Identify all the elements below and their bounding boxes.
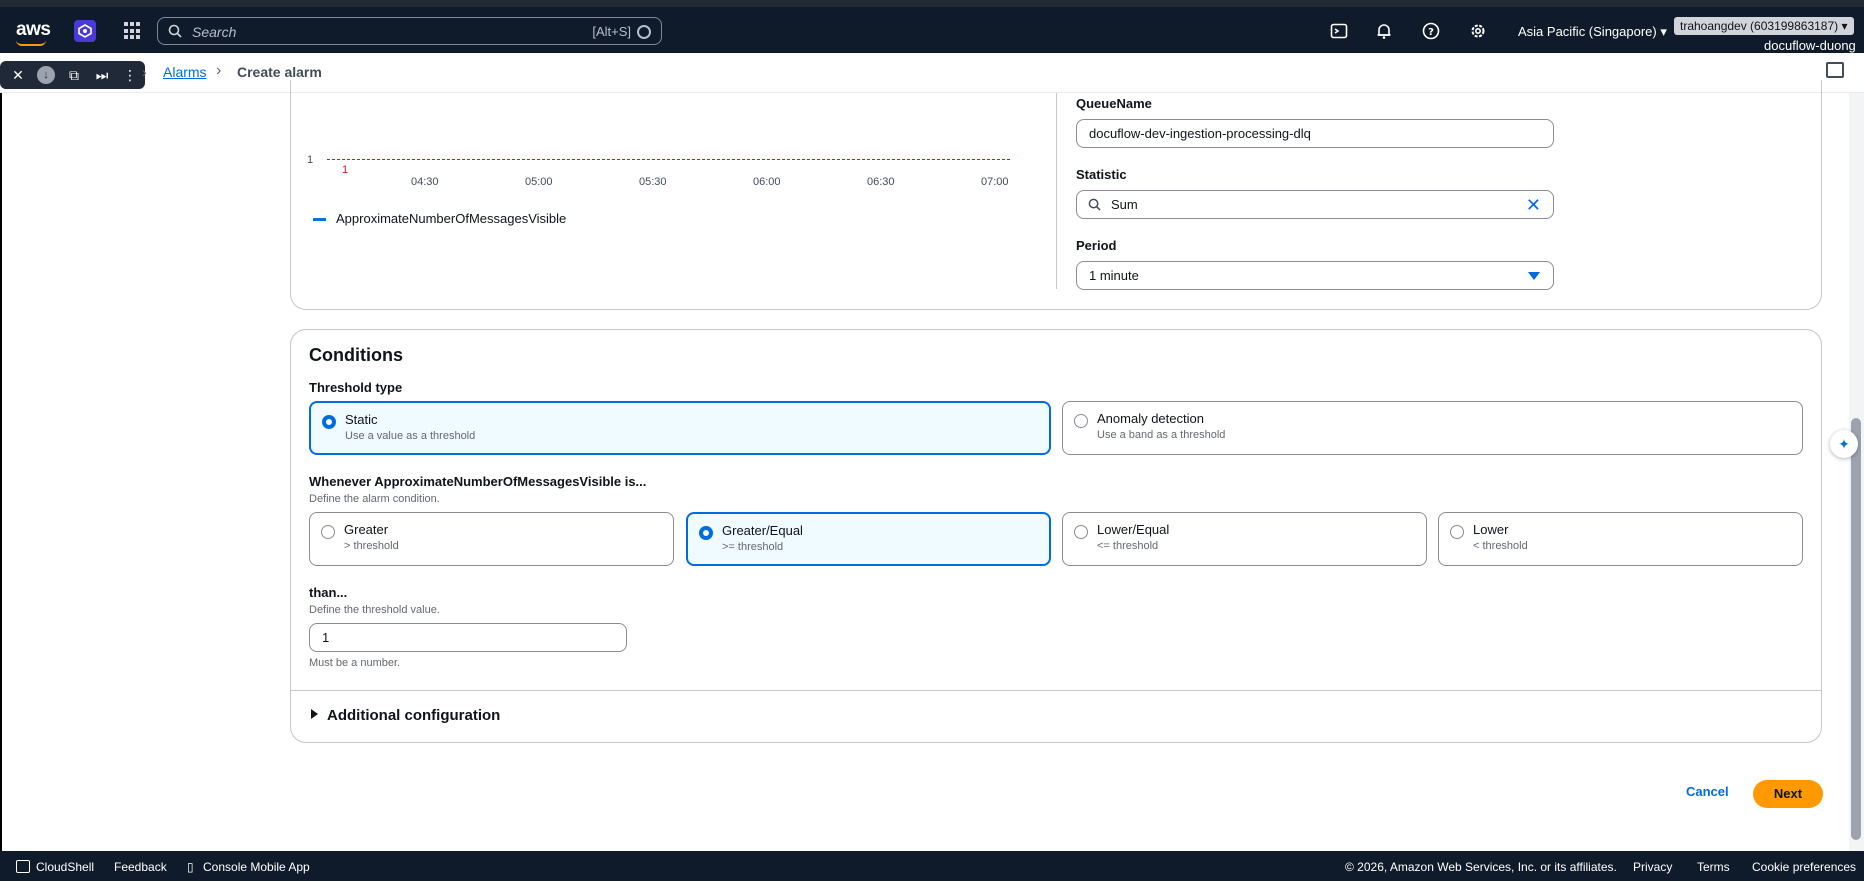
threshold-value-input[interactable]: 1	[309, 623, 627, 652]
footer-terms[interactable]: Terms	[1697, 860, 1730, 874]
operator-lower-equal[interactable]: Lower/Equal <= threshold	[1062, 512, 1427, 566]
floating-toolbar: ✕ ↓ ⧉ ⏭ ⋮	[0, 61, 145, 89]
footer-cookie-preferences[interactable]: Cookie preferences	[1752, 860, 1856, 874]
legend-series-name: ApproximateNumberOfMessagesVisible	[336, 211, 567, 226]
next-button[interactable]: Next	[1753, 780, 1823, 808]
conditions-title: Conditions	[309, 345, 403, 365]
footer-copyright: © 2026, Amazon Web Services, Inc. or its…	[1345, 860, 1617, 874]
divider	[291, 690, 1821, 691]
chart-y-tick: 1	[307, 154, 314, 166]
footer-cloudshell[interactable]: CloudShell	[36, 860, 94, 874]
mobile-icon: ▯	[187, 860, 194, 874]
breadcrumb-alarms-link[interactable]: Alarms	[163, 64, 207, 80]
threshold-type-label: Threshold type	[309, 380, 403, 395]
scrollbar-thumb[interactable]	[1851, 418, 1861, 840]
threshold-data-label: 1	[342, 164, 349, 176]
help-icon[interactable]: ?	[1422, 22, 1440, 40]
radio-unselected[interactable]	[1450, 525, 1464, 539]
option-description: < threshold	[1473, 540, 1528, 552]
threshold-type-anomaly[interactable]: Anomaly detection Use a band as a thresh…	[1062, 401, 1803, 455]
chart-x-tick: 05:30	[639, 176, 667, 188]
footer-mobile-app[interactable]: Console Mobile App	[203, 860, 310, 874]
services-menu-icon[interactable]	[124, 22, 142, 40]
operator-lower[interactable]: Lower < threshold	[1438, 512, 1803, 566]
download-icon[interactable]: ↓	[37, 66, 55, 84]
search-input[interactable]: Search [Alt+S]	[157, 17, 662, 45]
threshold-line	[327, 159, 1010, 160]
option-title: Static	[345, 412, 378, 427]
statistic-field[interactable]: Sum ✕	[1076, 190, 1554, 219]
cloudshell-icon[interactable]	[1330, 22, 1348, 40]
region-selector[interactable]: Asia Pacific (Singapore) ▾	[1518, 24, 1667, 40]
whenever-label: Whenever ApproximateNumberOfMessagesVisi…	[309, 474, 647, 489]
notifications-bell-icon[interactable]	[1375, 22, 1393, 40]
cancel-button[interactable]: Cancel	[1686, 784, 1729, 799]
top-navigation: aws Search [Alt+S] ? Asia Pacific (Singa…	[0, 0, 1864, 53]
legend-swatch	[313, 218, 326, 221]
settings-gear-icon[interactable]	[1469, 22, 1487, 40]
search-shortcut: [Alt+S]	[592, 24, 631, 39]
search-icon	[1088, 198, 1101, 211]
cloudshell-icon	[16, 860, 30, 873]
picture-in-picture-icon[interactable]: ⧉	[65, 67, 83, 84]
threshold-hint: Must be a number.	[309, 657, 401, 669]
user-name[interactable]: docuflow-duong	[1764, 38, 1856, 53]
than-label: than...	[309, 585, 348, 600]
chart-x-tick: 04:30	[411, 176, 439, 188]
option-description: Use a value as a threshold	[345, 430, 476, 442]
chart-x-tick: 06:30	[867, 176, 895, 188]
operator-greater[interactable]: Greater > threshold	[309, 512, 674, 566]
radio-selected[interactable]	[699, 526, 713, 540]
queue-name-field[interactable]: docuflow-dev-ingestion-processing-dlq	[1076, 119, 1554, 148]
close-icon[interactable]: ✕	[9, 67, 27, 84]
threshold-type-static[interactable]: Static Use a value as a threshold	[309, 401, 1051, 455]
radio-unselected[interactable]	[321, 525, 335, 539]
caret-down-icon	[1528, 272, 1540, 280]
assistant-icon[interactable]: ✦	[1830, 430, 1858, 458]
option-title: Greater	[344, 522, 389, 537]
period-select[interactable]: 1 minute	[1076, 261, 1554, 290]
svg-text:?: ?	[1428, 27, 1434, 38]
option-title: Lower/Equal	[1097, 522, 1170, 537]
skip-forward-icon[interactable]: ⏭	[93, 67, 111, 84]
option-description: <= threshold	[1097, 540, 1159, 552]
option-description: Use a band as a threshold	[1097, 429, 1226, 441]
service-icon[interactable]	[74, 20, 96, 42]
whenever-description: Define the alarm condition.	[309, 493, 440, 505]
chart-x-tick: 06:00	[753, 176, 781, 188]
than-description: Define the threshold value.	[309, 604, 440, 616]
caret-right-icon	[311, 709, 318, 719]
more-options-icon[interactable]: ⋮	[121, 67, 139, 84]
clear-icon[interactable]: ✕	[1526, 195, 1541, 216]
account-menu[interactable]: trahoangdev (603199863187) ▾	[1674, 17, 1854, 35]
footer-privacy[interactable]: Privacy	[1633, 860, 1672, 874]
statistic-label: Statistic	[1076, 167, 1127, 182]
option-title: Anomaly detection	[1097, 411, 1204, 426]
aws-logo[interactable]: aws	[16, 19, 51, 46]
chart-x-tick: 05:00	[525, 176, 553, 188]
breadcrumb-current: Create alarm	[237, 64, 322, 80]
chevron-right-icon: ›	[142, 64, 147, 80]
footer-feedback[interactable]: Feedback	[114, 860, 167, 874]
radio-selected[interactable]	[322, 415, 336, 429]
queue-name-label: QueueName	[1076, 96, 1152, 111]
chart-x-tick: 07:00	[981, 176, 1009, 188]
search-placeholder: Search	[192, 24, 237, 40]
option-title: Lower	[1473, 522, 1509, 537]
period-label: Period	[1076, 238, 1117, 253]
radio-unselected[interactable]	[1074, 414, 1088, 428]
side-panel-icon[interactable]	[1826, 62, 1844, 78]
chevron-right-icon: ›	[216, 62, 222, 79]
option-description: >= threshold	[722, 541, 784, 553]
shortcut-icon	[637, 25, 651, 39]
operator-greater-equal[interactable]: Greater/Equal >= threshold	[686, 512, 1051, 566]
divider	[1056, 93, 1057, 289]
radio-unselected[interactable]	[1074, 525, 1088, 539]
additional-configuration-toggle[interactable]: Additional configuration	[311, 707, 500, 724]
option-title: Greater/Equal	[722, 523, 803, 538]
footer: CloudShell Feedback ▯ Console Mobile App…	[0, 851, 1864, 881]
search-icon	[168, 24, 182, 38]
option-description: > threshold	[344, 540, 399, 552]
